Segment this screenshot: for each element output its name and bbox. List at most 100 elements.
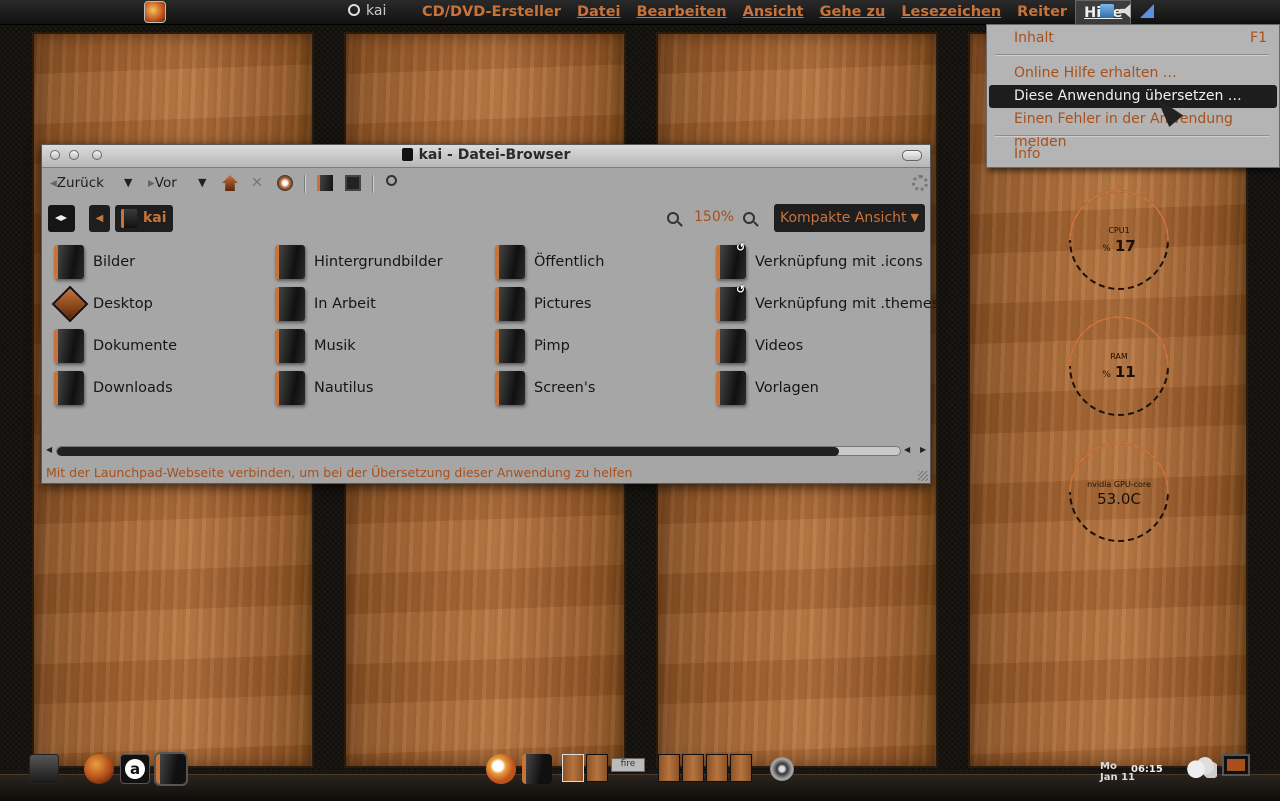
file-name: Hintergrundbilder xyxy=(314,254,443,270)
location-toggle-button[interactable] xyxy=(48,205,75,232)
zoom-out-icon[interactable] xyxy=(667,212,679,224)
folder-icon xyxy=(495,329,525,363)
top-panel: kai CD/DVD-Ersteller Datei Bearbeiten An… xyxy=(0,0,1280,25)
ram-gauge-label: RAM xyxy=(1110,352,1128,361)
menu-bookmarks[interactable]: Lesezeichen xyxy=(893,0,1009,24)
help-menu-dropdown: Inhalt F1 Online Hilfe erhalten … Diese … xyxy=(986,24,1280,168)
file-name: Musik xyxy=(314,338,356,354)
toolbar: ◂Zurück ▼ ▸Vor ▼ ✕ xyxy=(42,169,930,197)
file-name: Desktop xyxy=(93,296,153,312)
folder-icon xyxy=(275,287,305,321)
gimp-icon[interactable] xyxy=(486,754,516,784)
menu-go[interactable]: Gehe zu xyxy=(812,0,894,24)
downloads-folder-icon xyxy=(54,371,84,405)
forward-history-dropdown[interactable]: ▼ xyxy=(198,176,206,189)
dropbox-icon[interactable] xyxy=(1100,4,1114,18)
workspace-2[interactable] xyxy=(586,754,608,782)
workspace-1[interactable] xyxy=(562,754,584,782)
menu-edit[interactable]: Bearbeiten xyxy=(629,0,735,24)
desktop-folder-icon xyxy=(54,287,84,321)
speaker-icon[interactable] xyxy=(770,757,794,781)
back-label: Zurück xyxy=(56,175,104,191)
back-button[interactable]: ◂Zurück xyxy=(50,175,104,191)
help-online-item[interactable]: Online Hilfe erhalten … xyxy=(989,62,1277,85)
amazon-icon[interactable]: a xyxy=(120,754,150,784)
file-name: Bilder xyxy=(93,254,136,270)
workspace-pager xyxy=(562,754,608,784)
back-arrow-icon: ◂ xyxy=(50,175,57,191)
resize-grip[interactable] xyxy=(918,471,928,481)
workspace-6[interactable] xyxy=(730,754,752,782)
scrollbar-thumb[interactable] xyxy=(57,447,839,456)
ram-gauge-unit: % xyxy=(1102,370,1111,380)
toolbar-separator xyxy=(304,175,306,193)
workspace-4[interactable] xyxy=(682,754,704,782)
window-titlebar[interactable]: kai - Datei-Browser xyxy=(42,145,930,168)
path-scroll-left-button[interactable]: ◀ xyxy=(89,205,110,232)
home-folder-icon xyxy=(121,209,137,228)
menu-tabs[interactable]: Reiter xyxy=(1009,0,1075,24)
help-contents-shortcut: F1 xyxy=(1250,30,1267,46)
view-mode-select[interactable]: Kompakte Ansicht ▼ xyxy=(774,204,925,232)
network-icon[interactable] xyxy=(1140,4,1154,18)
back-history-dropdown[interactable]: ▼ xyxy=(124,176,132,189)
help-contents-label: Inhalt xyxy=(1014,30,1054,46)
monitor-icon[interactable] xyxy=(1222,754,1250,776)
shade-button[interactable] xyxy=(902,150,922,161)
app-launcher-icon[interactable] xyxy=(144,1,166,23)
ram-gauge-value: 11 xyxy=(1114,363,1136,381)
help-report-bug-item[interactable]: Einen Fehler in der Anwendung melden xyxy=(989,108,1277,150)
file-name: In Arbeit xyxy=(314,296,376,312)
zoom-level[interactable]: 150% xyxy=(694,209,734,225)
firefox-icon[interactable] xyxy=(84,754,114,784)
help-contents-item[interactable]: Inhalt F1 xyxy=(989,27,1277,50)
workspace-5[interactable] xyxy=(706,754,728,782)
toolbar-separator xyxy=(372,175,374,193)
view-mode-value: Kompakte Ansicht xyxy=(780,210,907,226)
up-arrow-icon[interactable] xyxy=(222,175,238,191)
menu-cd-dvd-creator[interactable]: CD/DVD-Ersteller xyxy=(414,0,569,24)
scroll-left-arrow-icon[interactable]: ◀ xyxy=(46,445,52,454)
computer-icon[interactable] xyxy=(345,175,361,191)
window-title: kai - Datei-Browser xyxy=(42,147,930,163)
scroll-left-arrow-icon[interactable]: ◀ xyxy=(904,445,910,454)
symlink-arrow-icon: ↺ xyxy=(736,283,746,296)
weather-cloud-icon[interactable] xyxy=(1187,756,1217,778)
file-name: Verknüpfung mit .themes xyxy=(755,296,940,312)
menu-separator xyxy=(995,135,1269,137)
user-name: kai xyxy=(366,3,387,19)
forward-button[interactable]: ▸Vor xyxy=(148,175,177,191)
symlink-arrow-icon: ↺ xyxy=(736,241,746,254)
search-icon[interactable] xyxy=(386,175,397,186)
trash-icon[interactable] xyxy=(29,754,59,784)
pictures-folder-icon xyxy=(54,245,84,279)
location-bar: ◀ kai 150% Kompakte Ansicht ▼ xyxy=(42,199,930,235)
file-name: Videos xyxy=(755,338,804,354)
documents-folder-icon xyxy=(54,329,84,363)
cpu-gauge-unit: % xyxy=(1102,244,1111,254)
scroll-right-arrow-icon[interactable]: ▶ xyxy=(920,445,926,454)
user-switcher[interactable]: kai xyxy=(348,3,386,19)
gpu-gauge-value: 53.0C xyxy=(1097,490,1141,508)
volume-icon[interactable] xyxy=(1120,4,1131,18)
breadcrumb-home[interactable]: kai xyxy=(115,205,173,232)
help-translate-item[interactable]: Diese Anwendung übersetzen … xyxy=(989,85,1277,108)
reload-icon[interactable] xyxy=(277,175,293,191)
music-folder-icon xyxy=(275,329,305,363)
loading-spinner-icon xyxy=(912,175,928,191)
file-manager-icon[interactable] xyxy=(154,752,188,786)
zoom-in-icon[interactable] xyxy=(743,212,755,224)
forward-label: Vor xyxy=(154,175,177,191)
menu-view[interactable]: Ansicht xyxy=(735,0,812,24)
stop-icon[interactable]: ✕ xyxy=(249,175,265,191)
home-folder-icon[interactable] xyxy=(317,175,333,191)
clock-date[interactable]: Mo Jan 11 xyxy=(1100,761,1135,783)
menu-file[interactable]: Datei xyxy=(569,0,629,24)
breadcrumb-label: kai xyxy=(143,210,167,226)
workspace-3[interactable] xyxy=(658,754,680,782)
horizontal-scrollbar[interactable]: ◀ ◀ ▶ xyxy=(42,443,930,457)
gpu-gauge-label: nvidia GPU-core xyxy=(1087,480,1151,489)
clock-time[interactable]: 06:15 xyxy=(1131,764,1163,775)
help-about-item[interactable]: Info xyxy=(989,143,1277,166)
notebook-icon[interactable] xyxy=(522,754,552,784)
